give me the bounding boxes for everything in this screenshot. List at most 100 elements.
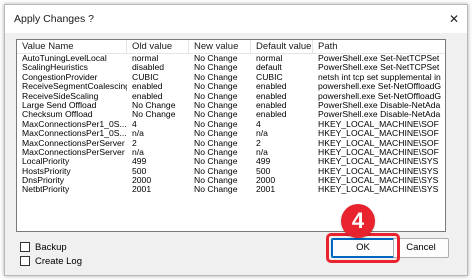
cell-old-value: 2000	[132, 176, 152, 186]
table-row[interactable]: CongestionProvider CUBIC No Change CUBIC net…	[17, 72, 445, 82]
cell-new-value: No Change	[194, 157, 238, 167]
cell-path: HKEY_LOCAL_MACHINE\SYS	[318, 176, 439, 186]
cell-default-value: 500	[256, 166, 271, 176]
cell-new-value: No Change	[194, 82, 238, 92]
table-row[interactable]: DnsPriority 2000 No Change 2000 HKEY_LOCAL_M…	[17, 176, 445, 186]
backup-option[interactable]: Backup	[20, 241, 67, 253]
table-row[interactable]: ReceiveSideScaling enabled No Change enable…	[17, 91, 445, 101]
cell-old-value: n/a	[132, 147, 144, 157]
cell-new-value: No Change	[194, 72, 238, 82]
cell-path: powershell.exe Set-NetOffloadG	[318, 91, 442, 101]
cell-path: HKEY_LOCAL_MACHINE\SOF	[318, 129, 439, 139]
dialog-title: Apply Changes ?	[14, 13, 94, 25]
table-row[interactable]: ReceiveSegmentCoalescing enabled No Change…	[17, 82, 445, 92]
table-row[interactable]: Checksum Offload No Change No Change enable…	[17, 110, 445, 120]
cell-default-value: 2000	[256, 176, 276, 186]
table-row[interactable]: AutoTuningLevelLocal normal No Change norma…	[17, 54, 445, 63]
cell-old-value: enabled	[132, 91, 163, 101]
cell-new-value: No Change	[194, 185, 238, 195]
cell-default-value: enabled	[256, 91, 287, 101]
cell-old-value: 499	[132, 157, 147, 167]
cell-old-value: disabled	[132, 63, 165, 73]
cell-path: HKEY_LOCAL_MACHINE\SOF	[318, 119, 439, 129]
cell-value-name: LocalPriority	[22, 157, 70, 167]
cell-default-value: 499	[256, 157, 271, 167]
cell-value-name: ReceiveSideScaling	[22, 91, 99, 101]
backup-checkbox[interactable]	[20, 242, 30, 252]
cell-value-name: Large Send Offload	[22, 100, 97, 110]
cell-default-value: enabled	[256, 110, 287, 120]
column-header-new-value[interactable]: New value	[189, 40, 251, 54]
list-rows: AutoTuningLevelLocal normal No Change norma…	[17, 54, 445, 195]
cancel-button[interactable]: Cancel	[393, 238, 449, 258]
cell-new-value: No Change	[194, 91, 238, 101]
cell-old-value: No Change	[132, 100, 176, 110]
cell-new-value: No Change	[194, 100, 238, 110]
cell-value-name: HostsPriority	[22, 166, 71, 176]
step-number-badge: 4	[341, 204, 375, 238]
cell-path: HKEY_LOCAL_MACHINE\SYS	[318, 185, 439, 195]
cell-new-value: No Change	[194, 54, 238, 63]
cell-new-value: No Change	[194, 119, 238, 129]
list-header: Value Name Old value New value Default v…	[17, 40, 445, 54]
column-header-path[interactable]: Path	[313, 40, 445, 54]
table-row[interactable]: MaxConnectionsPer1_0S... 4 No Change 4 HKEY_…	[17, 119, 445, 129]
create-log-option[interactable]: Create Log	[20, 255, 82, 267]
cell-path: PowerShell.exe Disable-NetAda	[318, 110, 441, 120]
cell-path: PowerShell.exe Disable-NetAda	[318, 100, 441, 110]
table-row[interactable]: LocalPriority 499 No Change 499 HKEY_LOCAL_M…	[17, 157, 445, 167]
cell-default-value: 2001	[256, 185, 276, 195]
cell-old-value: n/a	[132, 129, 144, 139]
cell-new-value: No Change	[194, 147, 238, 157]
create-log-label: Create Log	[35, 255, 83, 267]
ok-button-highlight	[326, 233, 400, 263]
cell-value-name: AutoTuningLevelLocal	[22, 54, 107, 63]
cell-default-value: enabled	[256, 82, 287, 92]
table-row[interactable]: ScalingHeuristics disabled No Change defaul…	[17, 63, 445, 73]
cell-value-name: DnsPriority	[22, 176, 65, 186]
cell-value-name: MaxConnectionsPerServer	[22, 147, 125, 157]
table-row[interactable]: MaxConnectionsPerServer n/a No Change n/a HK…	[17, 147, 445, 157]
table-row[interactable]: MaxConnectionsPerServer 2 No Change 2 HKEY_L…	[17, 138, 445, 148]
create-log-checkbox[interactable]	[20, 256, 30, 266]
cell-old-value: CUBIC	[132, 72, 159, 82]
cell-default-value: n/a	[256, 129, 268, 139]
cell-new-value: No Change	[194, 166, 238, 176]
cell-value-name: Checksum Offload	[22, 110, 93, 120]
column-header-default-value[interactable]: Default value	[251, 40, 313, 54]
table-row[interactable]: MaxConnectionsPer1_0S... n/a No Change n/a H…	[17, 129, 445, 139]
cell-default-value: 4	[256, 119, 261, 129]
cell-old-value: 2	[132, 138, 137, 148]
cell-new-value: No Change	[194, 63, 238, 73]
cell-default-value: CUBIC	[256, 72, 283, 82]
cell-new-value: No Change	[194, 176, 238, 186]
cell-new-value: No Change	[194, 138, 238, 148]
cell-path: HKEY_LOCAL_MACHINE\SOF	[318, 138, 439, 148]
cell-path: netsh int tcp set supplemental in	[318, 72, 441, 82]
cell-value-name: ScalingHeuristics	[22, 63, 88, 73]
close-icon[interactable]: ✕	[445, 10, 463, 28]
column-header-old-value[interactable]: Old value	[127, 40, 189, 54]
cell-new-value: No Change	[194, 129, 238, 139]
cell-default-value: n/a	[256, 147, 268, 157]
column-header-value-name[interactable]: Value Name	[17, 40, 127, 54]
cell-value-name: NetbtPriority	[22, 185, 70, 195]
cell-value-name: MaxConnectionsPer1_0S...	[22, 129, 127, 139]
cell-old-value: No Change	[132, 110, 176, 120]
cell-value-name: MaxConnectionsPer1_0S...	[22, 119, 127, 129]
title-bar: Apply Changes ? ✕	[5, 5, 467, 33]
cell-value-name: ReceiveSegmentCoalescing	[22, 82, 127, 92]
cell-path: HKEY_LOCAL_MACHINE\SYS	[318, 166, 439, 176]
table-row[interactable]: NetbtPriority 2001 No Change 2001 HKEY_LOCAL…	[17, 185, 445, 195]
cell-old-value: enabled	[132, 82, 163, 92]
cell-value-name: CongestionProvider	[22, 72, 98, 82]
changes-list[interactable]: Value Name Old value New value Default v…	[16, 39, 446, 232]
cell-default-value: normal	[256, 54, 283, 63]
cell-path: HKEY_LOCAL_MACHINE\SYS	[318, 157, 439, 167]
cell-path: HKEY_LOCAL_MACHINE\SOF	[318, 147, 439, 157]
table-row[interactable]: HostsPriority 500 No Change 500 HKEY_LOCAL_M…	[17, 166, 445, 176]
cell-old-value: 4	[132, 119, 137, 129]
table-row[interactable]: Large Send Offload No Change No Change enab…	[17, 100, 445, 110]
cell-value-name: MaxConnectionsPerServer	[22, 138, 125, 148]
cell-default-value: enabled	[256, 100, 287, 110]
